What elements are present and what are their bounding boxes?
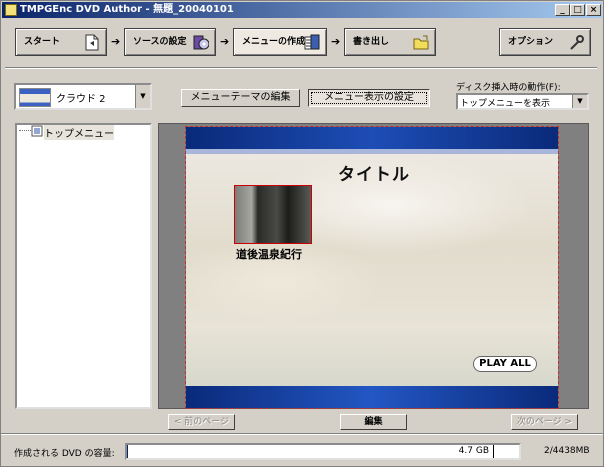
step-export-label: 書き出し — [353, 37, 390, 47]
menu-preview[interactable]: タイトル 道後温泉紀行 PLAY ALL — [185, 126, 559, 409]
menu-page-icon — [31, 125, 43, 137]
title-bar[interactable]: TMPGEnc DVD Author - 無題_20040101 _ □ × — [2, 2, 602, 18]
step-menu-create-button[interactable]: メニューの作成 — [233, 28, 327, 56]
disc-insert-label: ディスク挿入時の動作(F): — [456, 83, 561, 93]
disc-insert-select[interactable]: トップメニューを表示 ▼ — [456, 93, 589, 110]
prev-page-button[interactable]: < 前のページ — [168, 414, 235, 430]
chevron-down-icon[interactable]: ▼ — [572, 95, 587, 108]
capacity-marker-line — [493, 445, 494, 458]
menu-preview-panel: タイトル 道後温泉紀行 PLAY ALL — [158, 123, 589, 409]
status-bar: 作成される DVD の容量: 4.7 GB 2/4438MB — [1, 433, 603, 466]
step-arrow-icon: ➔ — [331, 35, 341, 48]
start-doc-icon — [85, 34, 99, 51]
next-page-button[interactable]: 次のページ > — [511, 414, 578, 430]
dvd-capacity-label: 作成される DVD の容量: — [14, 449, 115, 459]
close-button[interactable]: × — [586, 4, 601, 16]
menu-create-icon — [304, 34, 320, 50]
menu-title-text[interactable]: タイトル — [338, 160, 410, 185]
disc-insert-value: トップメニューを表示 — [460, 99, 551, 109]
step-menu-create-label: メニューの作成 — [242, 37, 306, 47]
play-all-button[interactable]: PLAY ALL — [473, 356, 537, 372]
menu-display-settings-button[interactable]: メニュー表示の設定 — [308, 89, 430, 107]
step-source-button[interactable]: ソースの設定 — [124, 28, 216, 56]
chapter-thumbnail[interactable] — [234, 185, 312, 244]
step-arrow-icon: ➔ — [220, 35, 230, 48]
menu-tree[interactable]: トップメニュー — [15, 123, 152, 409]
chevron-down-icon[interactable]: ▼ — [135, 85, 150, 108]
options-button[interactable]: オプション — [499, 28, 591, 56]
step-start-button[interactable]: スタート — [15, 28, 107, 56]
chapter-caption[interactable]: 道後温泉紀行 — [236, 246, 302, 262]
header-stripe — [186, 149, 558, 154]
edit-button[interactable]: 編集 — [340, 414, 407, 430]
minimize-button[interactable]: _ — [555, 4, 570, 16]
header-band — [186, 127, 558, 149]
step-export-button[interactable]: 書き出し — [344, 28, 436, 56]
theme-select[interactable]: クラウド 2 ▼ — [14, 83, 152, 110]
step-start-label: スタート — [24, 37, 61, 47]
app-icon — [5, 4, 17, 16]
step-arrow-icon: ➔ — [111, 35, 121, 48]
tree-item-top-menu[interactable]: トップメニュー — [44, 125, 114, 140]
theme-thumbnail — [19, 88, 51, 107]
export-folder-icon — [413, 35, 429, 50]
application-window: TMPGEnc DVD Author - 無題_20040101 _ □ × ス… — [0, 0, 604, 467]
capacity-progress-bar: 4.7 GB — [125, 443, 521, 460]
maximize-button[interactable]: □ — [570, 4, 585, 16]
options-label: オプション — [508, 37, 554, 47]
footer-band — [186, 386, 558, 408]
window-title: TMPGEnc DVD Author - 無題_20040101 — [20, 4, 234, 15]
capacity-marker-text: 4.7 GB — [458, 446, 489, 456]
source-disc-icon — [193, 35, 209, 50]
theme-select-value: クラウド 2 — [56, 94, 106, 105]
edit-menu-theme-button[interactable]: メニューテーマの編集 — [181, 89, 300, 107]
capacity-usage-text: 2/4438MB — [544, 446, 590, 456]
step-toolbar: スタート ➔ ソースの設定 ➔ メニューの作成 ➔ 書き出し オプション — [5, 21, 597, 68]
step-source-label: ソースの設定 — [133, 37, 187, 47]
wrench-icon — [570, 35, 584, 50]
